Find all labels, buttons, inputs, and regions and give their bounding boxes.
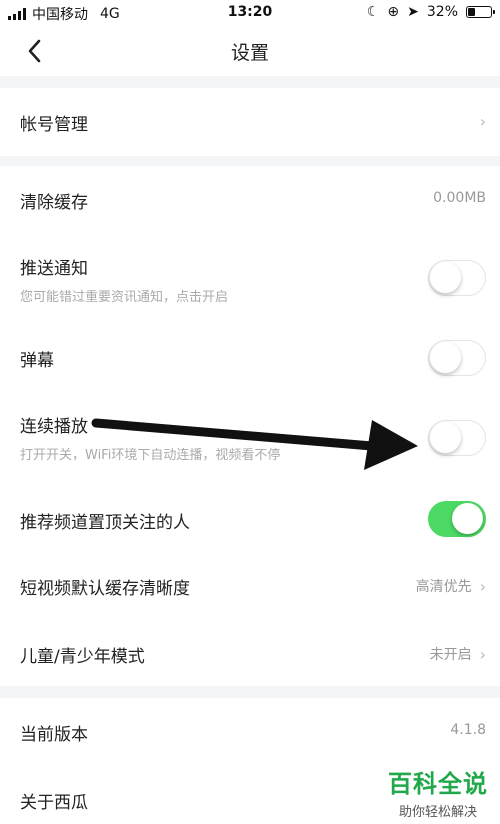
- cache-size: 0.00MB: [433, 190, 486, 206]
- location-icon: ➤: [407, 4, 419, 20]
- nav-bar: 设置: [0, 26, 500, 76]
- settings-row-danmu: 弹幕: [0, 324, 500, 390]
- row-label: 连续播放: [20, 417, 88, 437]
- quality-value: 高清优先: [415, 579, 472, 595]
- rotation-lock-icon: ⊕: [387, 4, 400, 20]
- row-label: 儿童/青少年模式: [20, 647, 145, 667]
- danmu-toggle[interactable]: [428, 340, 486, 376]
- chevron-right-icon: ›: [479, 576, 486, 596]
- row-label: 帐号管理: [20, 115, 88, 135]
- settings-row-pin-followed: 推荐频道置顶关注的人: [0, 486, 500, 552]
- battery-percent: 32%: [426, 4, 458, 20]
- status-bar: 中国移动 4G 13:20 ☾ ⊕ ➤ 32%: [0, 0, 500, 26]
- push-toggle[interactable]: [428, 260, 486, 296]
- row-label: 短视频默认缓存清晰度: [20, 579, 190, 599]
- watermark-logo: 百科全说 助你轻松解决: [388, 764, 488, 820]
- settings-row-version: 当前版本 4.1.8: [0, 698, 500, 764]
- row-label: 推荐频道置顶关注的人: [20, 513, 190, 533]
- status-right: ☾ ⊕ ➤ 32%: [366, 4, 495, 20]
- settings-row-account[interactable]: 帐号管理 ›: [0, 88, 500, 156]
- row-subtitle: 打开开关，WiFi环境下自动连播，视频看不停: [20, 448, 281, 463]
- row-label: 关于西瓜: [20, 793, 88, 813]
- settings-row-clear-cache[interactable]: 清除缓存 0.00MB: [0, 166, 500, 232]
- row-label: 当前版本: [20, 725, 88, 745]
- chevron-right-icon: ›: [479, 644, 486, 664]
- moon-icon: ☾: [366, 4, 380, 20]
- autoplay-toggle[interactable]: [428, 420, 486, 456]
- page-title: 设置: [230, 42, 269, 64]
- row-subtitle: 您可能错过重要资讯通知，点击开启: [20, 290, 229, 305]
- pin-followed-toggle[interactable]: [428, 501, 486, 537]
- row-label: 清除缓存: [20, 193, 88, 213]
- chevron-right-icon: ›: [479, 112, 486, 131]
- watermark-subtitle: 助你轻松解决: [398, 805, 477, 820]
- watermark-title: 百科全说: [388, 770, 488, 798]
- row-label: 弹幕: [20, 351, 54, 371]
- battery-icon: [466, 6, 495, 18]
- settings-row-kids-mode[interactable]: 儿童/青少年模式 未开启 ›: [0, 620, 500, 686]
- settings-row-push: 推送通知 您可能错过重要资讯通知，点击开启: [0, 240, 500, 320]
- row-label: 推送通知: [20, 259, 88, 279]
- settings-row-autoplay: 连续播放 打开开关，WiFi环境下自动连播，视频看不停: [0, 398, 500, 478]
- version-value: 4.1.8: [450, 722, 486, 738]
- settings-row-video-quality[interactable]: 短视频默认缓存清晰度 高清优先 ›: [0, 552, 500, 618]
- kids-mode-value: 未开启: [429, 647, 472, 663]
